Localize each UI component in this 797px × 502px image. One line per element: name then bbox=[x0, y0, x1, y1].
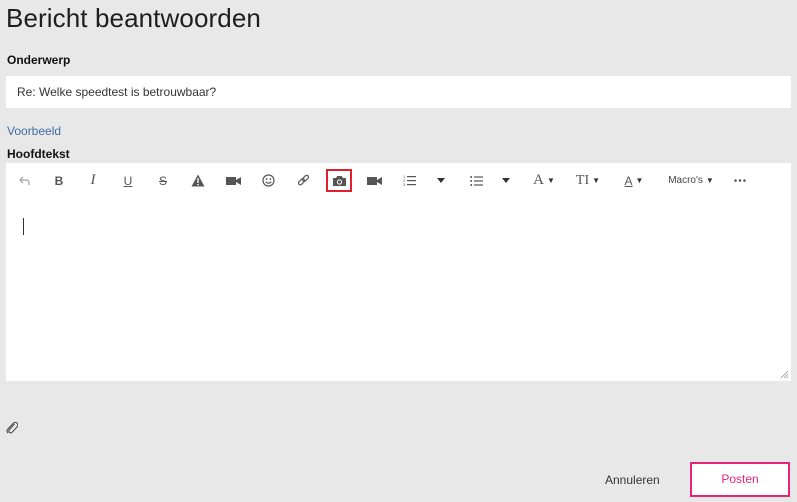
cancel-button[interactable]: Annuleren bbox=[605, 473, 660, 487]
strikethrough-icon[interactable]: S bbox=[152, 169, 174, 192]
chevron-down-icon: ▼ bbox=[592, 176, 601, 185]
link-icon[interactable] bbox=[292, 169, 314, 192]
numbered-list-dropdown-icon[interactable] bbox=[434, 169, 448, 192]
svg-text:3: 3 bbox=[403, 182, 406, 187]
bullet-list-icon[interactable] bbox=[466, 169, 486, 192]
body-editor[interactable] bbox=[6, 197, 791, 381]
resize-handle-icon[interactable] bbox=[781, 371, 788, 378]
video-icon[interactable] bbox=[222, 169, 244, 192]
video-embed-icon[interactable] bbox=[363, 169, 385, 192]
subject-input[interactable]: Re: Welke speedtest is betrouwbaar? bbox=[6, 76, 791, 108]
bold-icon[interactable]: B bbox=[48, 169, 70, 192]
text-cursor bbox=[23, 218, 24, 235]
undo-icon[interactable] bbox=[14, 169, 36, 192]
bullet-list-dropdown-icon[interactable] bbox=[499, 169, 513, 192]
chevron-down-icon: ▼ bbox=[635, 176, 644, 185]
body-label: Hoofdtekst bbox=[7, 147, 70, 161]
font-family-glyph: A bbox=[533, 172, 544, 188]
more-icon[interactable] bbox=[730, 169, 750, 192]
post-button[interactable]: Posten bbox=[690, 462, 790, 497]
numbered-list-icon[interactable]: 123 bbox=[399, 169, 419, 192]
italic-icon[interactable]: I bbox=[82, 169, 104, 192]
camera-icon[interactable] bbox=[326, 169, 352, 192]
emoji-icon[interactable] bbox=[257, 169, 279, 192]
warning-icon[interactable] bbox=[187, 169, 209, 192]
font-size-icon[interactable]: TI ▼ bbox=[574, 169, 602, 192]
paperclip-icon[interactable] bbox=[6, 420, 19, 439]
chevron-down-icon: ▼ bbox=[546, 176, 555, 185]
chevron-down-icon: ▼ bbox=[705, 176, 714, 185]
macros-label: Macro's bbox=[668, 175, 703, 186]
subject-label: Onderwerp bbox=[7, 53, 71, 67]
editor-toolbar: B I U S 123 A ▼ TI ▼ A ▼ Macro's ▼ bbox=[6, 163, 791, 197]
preview-link[interactable]: Voorbeeld bbox=[7, 124, 61, 138]
underline-icon[interactable]: U bbox=[117, 169, 139, 192]
macros-dropdown[interactable]: Macro's ▼ bbox=[667, 169, 715, 192]
font-color-icon[interactable]: A ▼ bbox=[530, 169, 558, 192]
page-title: Bericht beantwoorden bbox=[6, 3, 261, 33]
text-color-glyph: A bbox=[624, 173, 633, 188]
font-size-glyph: TI bbox=[575, 172, 590, 188]
text-color-icon[interactable]: A ▼ bbox=[619, 169, 649, 192]
